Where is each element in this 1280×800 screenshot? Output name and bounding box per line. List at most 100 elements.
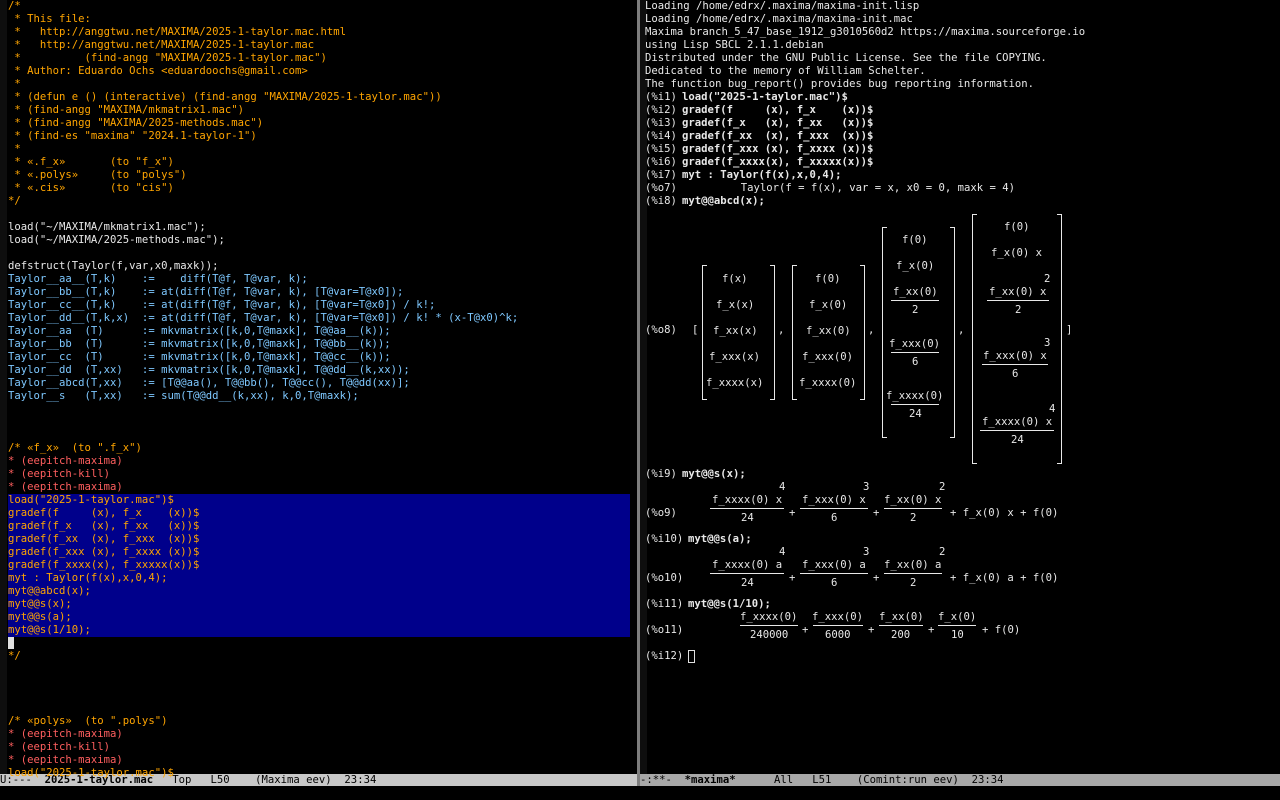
input-label: (%i4) xyxy=(645,130,677,142)
source-line[interactable]: */ xyxy=(8,650,21,663)
source-line[interactable]: * xyxy=(8,143,20,156)
source-line[interactable]: */ xyxy=(8,195,21,208)
source-line[interactable]: gradef(f_xxx (x), f_xxxx (x))$ xyxy=(8,546,199,559)
source-line[interactable]: * http://anggtwu.net/MAXIMA/2025-1-taylo… xyxy=(8,39,314,52)
source-line[interactable]: load("~/MAXIMA/2025-methods.mac"); xyxy=(8,234,225,247)
input-label: (%i1) xyxy=(645,91,677,103)
source-line[interactable]: gradef(f_xxxx(x), f_xxxxx(x))$ xyxy=(8,559,199,572)
source-line[interactable]: defstruct(Taylor(f,var,x0,maxk)); xyxy=(8,260,218,273)
source-line[interactable]: Taylor__aa__(T,k) := diff(T@f, T@var, k)… xyxy=(8,273,308,286)
banner-line[interactable]: Loading /home/edrx/.maxima/maxima-init.m… xyxy=(645,13,913,26)
source-line[interactable]: * (eepitch-kill) xyxy=(8,741,110,754)
input-label: (%i10) xyxy=(645,533,684,545)
source-line[interactable]: * (find-es "maxima" "2024.1-taylor-1") xyxy=(8,130,256,143)
list-comma: , xyxy=(778,324,785,336)
source-line[interactable]: * (eepitch-maxima) xyxy=(8,455,123,468)
plus-sign: + xyxy=(873,572,880,584)
fraction-bar xyxy=(740,625,798,626)
source-line[interactable]: Taylor__abcd(T,xx) := [T@@aa(), T@@bb(),… xyxy=(8,377,410,390)
source-line[interactable]: * (eepitch-kill) xyxy=(8,468,110,481)
fraction-bar xyxy=(891,352,939,353)
fraction-numerator: f_xxxx(0) x xyxy=(712,494,783,506)
source-line[interactable]: Taylor__aa (T) := mkvmatrix([k,0,T@maxk]… xyxy=(8,325,391,338)
source-line[interactable]: Taylor__bb (T) := mkvmatrix([k,0,T@maxk]… xyxy=(8,338,391,351)
source-line[interactable]: load("2025-1-taylor.mac")$ xyxy=(8,767,174,780)
matrix-entry: f_xxx(x) xyxy=(709,351,761,363)
fraction-denominator: 6 xyxy=(831,577,838,589)
fraction-numerator: f_xxx(0) xyxy=(889,338,941,350)
fraction-denominator: 6 xyxy=(831,512,838,524)
matrix-bracket-left xyxy=(972,214,977,464)
input-label: (%i2) xyxy=(645,104,677,116)
banner-line[interactable]: The function bug_report() provides bug r… xyxy=(645,78,1034,91)
source-line[interactable]: myt : Taylor(f(x),x,0,4); xyxy=(8,572,167,585)
banner-line[interactable]: Maxima branch_5_47_base_1912_g3010560d2 … xyxy=(645,26,1085,39)
banner-line[interactable]: using Lisp SBCL 2.1.1.debian xyxy=(645,39,824,52)
source-line[interactable]: * (eepitch-maxima) xyxy=(8,754,123,767)
source-line[interactable]: * This file: xyxy=(8,13,91,26)
matrix-entry: f_x(x) xyxy=(716,299,755,311)
fraction-denominator: 2 xyxy=(910,512,917,524)
buffer-name[interactable]: *maxima* xyxy=(685,774,736,786)
source-line[interactable]: * «.polys» (to "polys") xyxy=(8,169,186,182)
source-line[interactable]: gradef(f_xx (x), f_xxx (x))$ xyxy=(8,533,199,546)
exponent: 4 xyxy=(1049,403,1056,415)
minibuffer[interactable] xyxy=(0,786,1280,800)
input-code: myt@@s(a); xyxy=(688,533,752,545)
source-line[interactable]: * «.cis» (to "cis") xyxy=(8,182,173,195)
banner-line[interactable]: Dedicated to the memory of William Schel… xyxy=(645,65,926,78)
source-line[interactable]: myt@@s(1/10); xyxy=(8,624,91,637)
list-comma: , xyxy=(958,324,965,336)
banner-line[interactable]: Loading /home/edrx/.maxima/maxima-init.l… xyxy=(645,0,919,13)
input-code: gradef(f_xxx (x), f_xxxx (x))$ xyxy=(682,143,874,155)
source-line[interactable]: * (find-angg "MAXIMA/2025-methods.mac") xyxy=(8,117,263,130)
matrix-bracket-right xyxy=(770,265,775,400)
matrix-entry: f_x(0) xyxy=(896,260,935,272)
fraction-bar xyxy=(884,508,942,509)
buffer-position: All L51 (Comint:run eev) 23:34 xyxy=(735,774,1004,786)
source-line[interactable]: gradef(f_x (x), f_xx (x))$ xyxy=(8,520,199,533)
input-code: myt@@abcd(x); xyxy=(682,195,765,207)
source-line[interactable]: /* xyxy=(8,0,21,13)
source-line[interactable]: myt@@s(a); xyxy=(8,611,72,624)
fraction-denominator: 10 xyxy=(951,629,964,641)
source-line[interactable]: myt@@s(x); xyxy=(8,598,72,611)
source-line[interactable]: load("2025-1-taylor.mac")$ xyxy=(8,494,174,507)
source-line[interactable]: * http://anggtwu.net/MAXIMA/2025-1-taylo… xyxy=(8,26,346,39)
source-line[interactable]: /* «f_x» (to ".f_x") xyxy=(8,442,142,455)
fraction-denominator: 2 xyxy=(1015,304,1022,316)
matrix-entry: f(0) xyxy=(815,273,841,285)
fraction-denominator: 24 xyxy=(741,577,754,589)
source-line[interactable]: * (find-angg "MAXIMA/2025-1-taylor.mac") xyxy=(8,52,327,65)
source-line[interactable]: * «.f_x» (to "f_x") xyxy=(8,156,173,169)
source-line[interactable]: gradef(f (x), f_x (x))$ xyxy=(8,507,199,520)
source-line[interactable]: * Author: Eduardo Ochs <eduardoochs@gmai… xyxy=(8,65,307,78)
source-line[interactable]: * xyxy=(8,78,20,91)
source-line[interactable]: /* «polys» (to ".polys") xyxy=(8,715,167,728)
banner-line[interactable]: Distributed under the GNU Public License… xyxy=(645,52,1047,65)
exponent: 3 xyxy=(1044,337,1051,349)
matrix-entry: f_xx(0) xyxy=(806,325,851,337)
source-line[interactable]: myt@@abcd(x); xyxy=(8,585,91,598)
source-line[interactable]: Taylor__cc__(T,k) := at(diff(T@f, T@var,… xyxy=(8,299,435,312)
source-line[interactable]: Taylor__bb__(T,k) := at(diff(T@f, T@var,… xyxy=(8,286,403,299)
list-bracket: [ xyxy=(692,324,699,336)
source-line[interactable]: * (eepitch-maxima) xyxy=(8,481,123,494)
mode-line-right[interactable]: -:**- *maxima* All L51 (Comint:run eev) … xyxy=(640,774,1280,786)
source-line[interactable]: load("~/MAXIMA/mkmatrix1.mac"); xyxy=(8,221,206,234)
matrix-entry: f_xx(x) xyxy=(713,325,758,337)
fraction-bar xyxy=(938,625,976,626)
input-code: gradef(f (x), f_x (x))$ xyxy=(682,104,874,116)
source-line[interactable]: Taylor__s (T,xx) := sum(T@@dd__(k,xx), k… xyxy=(8,390,359,403)
matrix-bracket-left xyxy=(792,265,797,400)
source-line[interactable]: * (find-angg "MAXIMA/mkmatrix1.mac") xyxy=(8,104,244,117)
source-line[interactable]: Taylor__dd__(T,k,x) := at(diff(T@f, T@va… xyxy=(8,312,518,325)
fraction-numerator: f_xx(0) xyxy=(879,611,924,623)
source-line[interactable]: * (defun e () (interactive) (find-angg "… xyxy=(8,91,441,104)
output-label: (%o9) xyxy=(645,507,677,519)
prompt-cursor[interactable] xyxy=(688,650,695,663)
source-line[interactable]: * (eepitch-maxima) xyxy=(8,728,123,741)
fraction-numerator: f_xxx(0) a xyxy=(802,559,866,571)
source-line[interactable]: Taylor__cc (T) := mkvmatrix([k,0,T@maxk]… xyxy=(8,351,391,364)
source-line[interactable]: Taylor__dd (T,xx) := mkvmatrix([k,0,T@ma… xyxy=(8,364,410,377)
